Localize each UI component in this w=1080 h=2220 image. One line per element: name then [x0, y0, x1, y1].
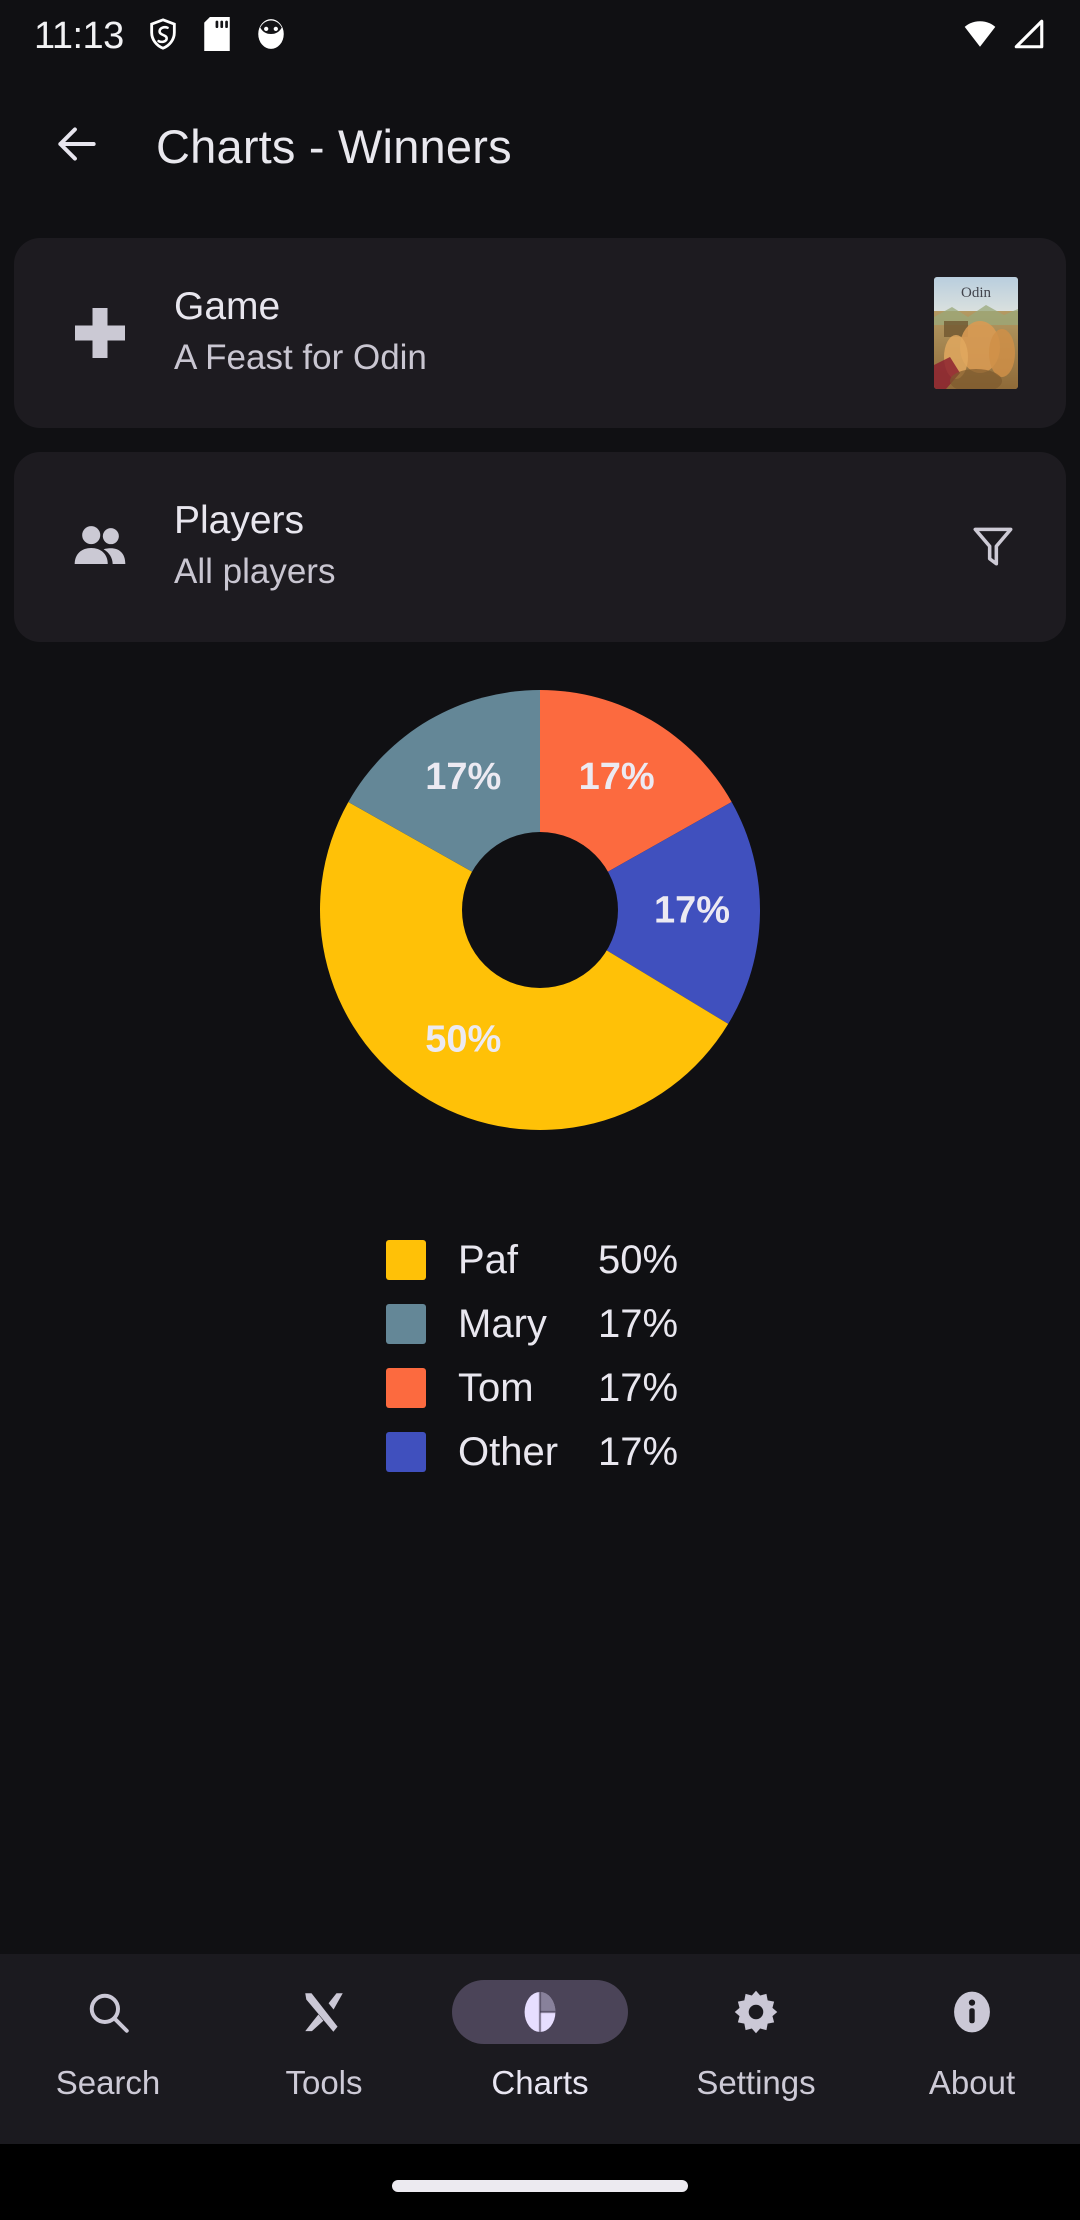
- players-selector-card[interactable]: Players All players: [14, 452, 1066, 642]
- gamepad-dpad-icon: [62, 303, 138, 363]
- sd-card-icon: [202, 16, 232, 56]
- nav-item-label: Search: [55, 2064, 161, 2101]
- game-selector-card[interactable]: Game A Feast for Odin Odin: [14, 238, 1066, 428]
- app-badge-icon: [254, 17, 288, 56]
- app-screen: 11:13 Charts - Winners Game A Feast for …: [0, 0, 1080, 2220]
- legend-item-percent: 17%: [598, 1365, 679, 1410]
- legend-color-swatch: [386, 1368, 426, 1408]
- donut-slice-label: 17%: [654, 889, 730, 931]
- game-card-content: Game A Feast for Odin Odin: [14, 238, 1066, 428]
- legend-item-name: Paf: [458, 1237, 519, 1282]
- info-icon: [884, 1980, 1060, 2044]
- legend-item-percent: 17%: [598, 1429, 679, 1474]
- legend-color-swatch: [386, 1432, 426, 1472]
- tools-icon: [236, 1980, 412, 2044]
- game-box-art-thumbnail: Odin: [934, 277, 1018, 389]
- legend-color-swatch: [386, 1240, 426, 1280]
- legend-row[interactable]: Paf 50%: [386, 1228, 694, 1292]
- page-title: Charts - Winners: [156, 119, 512, 173]
- donut-slice-label: 17%: [425, 756, 501, 798]
- shield-icon: [146, 17, 180, 56]
- legend-row[interactable]: Other 17%: [386, 1420, 694, 1484]
- game-card-title: Game: [174, 285, 281, 329]
- nav-item-about[interactable]: About: [864, 1954, 1080, 2102]
- players-card-subtitle: All players: [174, 552, 336, 592]
- winners-donut-chart: 17% 17% 50% 17%: [0, 690, 1080, 1210]
- gear-icon: [668, 1980, 844, 2044]
- game-card-subtitle: A Feast for Odin: [174, 338, 427, 378]
- players-card-text: Players All players: [174, 498, 335, 595]
- nav-item-tools[interactable]: Tools: [216, 1954, 432, 2102]
- nav-item-search[interactable]: Search: [0, 1954, 216, 2102]
- status-bar-left: 11:13: [34, 15, 288, 58]
- legend-row[interactable]: Tom 17%: [386, 1356, 694, 1420]
- pie-chart-icon: [452, 1980, 628, 2044]
- home-gesture-bar[interactable]: [392, 2180, 688, 2192]
- legend-item-name: Other: [458, 1429, 559, 1474]
- donut-chart-graphic[interactable]: 17% 17% 50% 17%: [320, 690, 760, 1130]
- app-bar: Charts - Winners: [0, 72, 1080, 220]
- game-card-text: Game A Feast for Odin: [174, 284, 427, 381]
- donut-slice-label: 50%: [425, 1018, 501, 1060]
- nav-item-label: Tools: [285, 2064, 363, 2101]
- nav-item-charts[interactable]: Charts: [432, 1954, 648, 2102]
- donut-slice-label: 17%: [579, 756, 655, 798]
- people-icon: [62, 516, 138, 578]
- status-bar-right: [962, 17, 1046, 56]
- legend-item-name: Tom: [458, 1365, 534, 1410]
- filter-funnel-icon[interactable]: [968, 520, 1018, 575]
- nav-item-label: Settings: [696, 2064, 816, 2101]
- players-card-content: Players All players: [14, 452, 1066, 642]
- nav-item-label: About: [928, 2064, 1016, 2101]
- legend-row[interactable]: Mary 17%: [386, 1292, 694, 1356]
- donut-svg: 17% 17% 50% 17%: [320, 690, 760, 1130]
- wifi-icon: [962, 17, 998, 56]
- players-card-title: Players: [174, 499, 305, 543]
- game-card-right: Odin: [934, 277, 1018, 389]
- players-card-right: [968, 520, 1018, 575]
- chart-legend: Paf 50% Mary 17% Tom 17% Other 17%: [0, 1228, 1080, 1484]
- donut-center-hole: [462, 832, 618, 988]
- back-arrow-icon: [52, 119, 102, 174]
- system-gesture-area: [0, 2144, 1080, 2220]
- cell-signal-icon: [1012, 17, 1046, 56]
- svg-text:Odin: Odin: [961, 285, 992, 301]
- bottom-navigation-bar: Search Tools Charts Settings About: [0, 1954, 1080, 2144]
- search-icon: [20, 1980, 196, 2044]
- legend-item-percent: 50%: [598, 1237, 679, 1282]
- legend-item-name: Mary: [458, 1301, 547, 1346]
- status-bar-clock: 11:13: [34, 14, 124, 57]
- status-bar: 11:13: [0, 0, 1080, 72]
- back-button[interactable]: [40, 109, 114, 183]
- legend-item-percent: 17%: [598, 1301, 679, 1346]
- nav-item-label: Charts: [491, 2064, 589, 2101]
- legend-color-swatch: [386, 1304, 426, 1344]
- nav-item-settings[interactable]: Settings: [648, 1954, 864, 2102]
